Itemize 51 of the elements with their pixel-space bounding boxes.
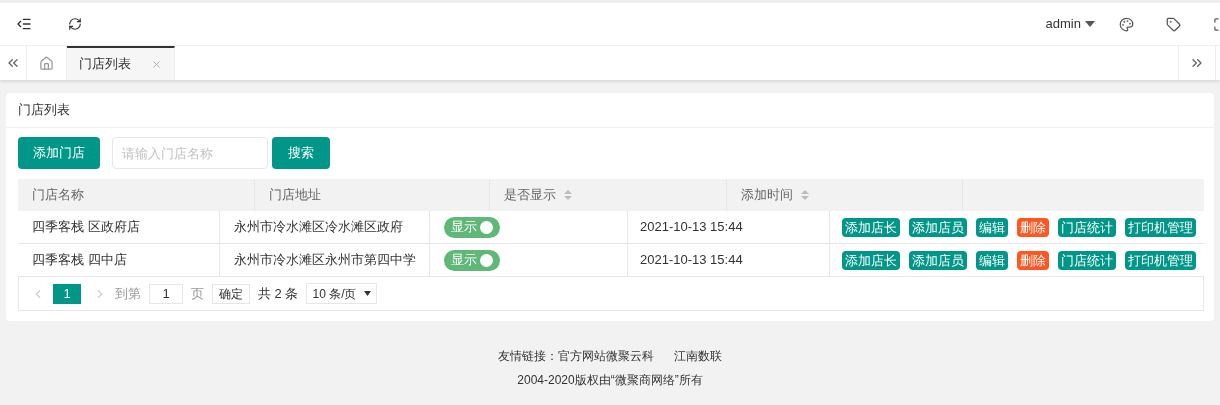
action-button[interactable]: 添加店长 [842,250,900,270]
confirm-button[interactable]: 确定 [212,283,250,304]
footer-link[interactable]: 江南数联 [674,347,722,365]
action-button[interactable]: 删除 [1017,217,1049,237]
table-cell-text: 2021-10-13 15:44 [640,251,743,270]
add-store-button[interactable]: 添加门店 [18,137,100,169]
display-switch[interactable]: 显示 [444,216,500,238]
sort-icon[interactable] [801,190,809,200]
action-button[interactable]: 删除 [1017,250,1049,270]
action-button[interactable]: 编辑 [976,217,1008,237]
goto-label: 到第 [115,284,141,303]
user-menu[interactable]: admin [1045,14,1095,34]
table-cell-text: 四季客栈 四中店 [32,251,127,270]
page-tab[interactable]: 门店列表 [67,46,175,80]
links-label: 友情链接： [498,348,558,365]
display-switch[interactable]: 显示 [444,249,500,271]
action-button[interactable]: 打印机管理 [1125,250,1196,270]
action-button[interactable]: 打印机管理 [1125,217,1196,237]
home-icon [39,55,54,71]
page-size-select[interactable]: 10 条/页 [306,283,378,304]
menu-icon[interactable] [16,16,32,32]
table-cell-text: 四季客栈 区政府店 [32,218,140,237]
caret-icon [1085,21,1095,27]
tag-icon[interactable] [1166,16,1181,32]
footer-link[interactable]: 官方网站微聚云科 [558,347,654,365]
action-button[interactable]: 添加店长 [842,217,900,237]
action-button[interactable]: 门店统计 [1058,250,1116,270]
action-button[interactable]: 添加店员 [909,217,967,237]
table-cell-text: 2021-10-13 15:44 [640,218,743,237]
action-button[interactable]: 添加店员 [909,250,967,270]
card-title: 门店列表 [18,101,70,120]
close-icon[interactable] [151,58,162,70]
scroll-right-button[interactable] [1178,46,1216,80]
column-header: 门店地址 [269,186,321,205]
table-cell-text: 永州市冷水滩区冷水滩区政府 [234,218,403,237]
sort-icon[interactable] [564,190,572,200]
palette-icon[interactable] [1119,16,1134,32]
column-header: 添加时间 [741,186,793,205]
column-header: 是否显示 [504,186,556,205]
search-button[interactable]: 搜索 [272,137,330,169]
page-input[interactable]: 1 [149,283,183,304]
total-count: 共 2 条 [258,284,299,303]
action-button[interactable]: 编辑 [976,250,1008,270]
page-unit: 页 [191,284,204,303]
column-header: 门店名称 [32,186,84,205]
table-cell-text: 永州市冷水滩区永州市第四中学 [234,251,416,270]
page-button[interactable]: 1 [53,283,81,304]
caret-icon [364,291,372,296]
copyright-text: 2004-2020版权由“微聚商网络”所有 [517,372,703,389]
refresh-icon[interactable] [68,17,82,31]
action-button[interactable]: 门店统计 [1058,217,1116,237]
